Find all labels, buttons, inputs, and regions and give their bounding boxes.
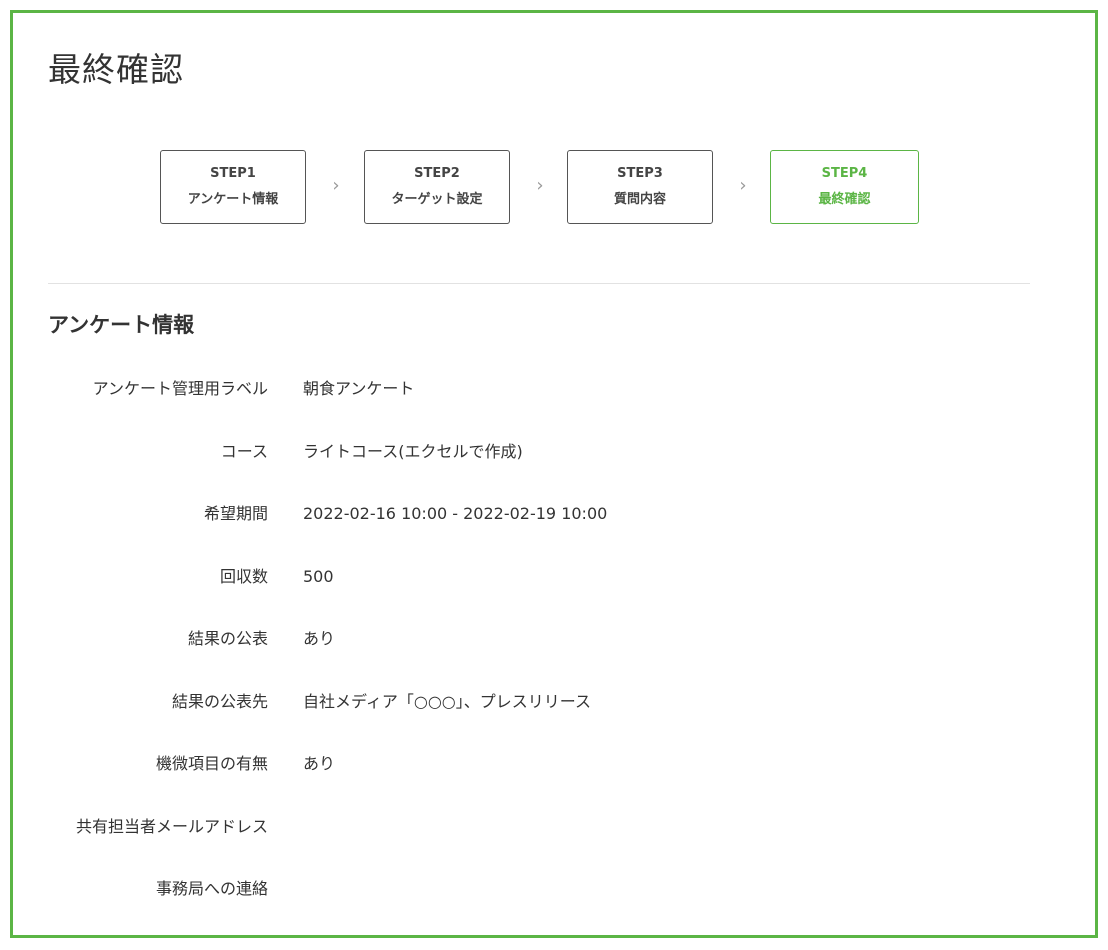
field-value: あり — [303, 754, 336, 773]
step-3: STEP3 質問内容 — [567, 150, 713, 224]
step-label: 最終確認 — [818, 192, 871, 207]
field-value: 自社メディア「○○○」、プレスリリース — [303, 691, 591, 711]
info-list: アンケート管理用ラベル 朝食アンケート コース ライトコース(エクセルで作成) … — [0, 357, 1000, 920]
field-value: 500 — [303, 566, 334, 586]
field-value: あり — [303, 629, 336, 648]
field-value: 2022-02-16 10:00 - 2022-02-19 10:00 — [303, 504, 608, 523]
section-divider — [48, 283, 1030, 284]
info-row-responses: 回収数 500 — [0, 545, 1000, 608]
step-number: STEP4 — [821, 166, 868, 181]
info-row-shared-email: 共有担当者メールアドレス — [0, 795, 1000, 858]
field-value: ライトコース(エクセルで作成) — [303, 441, 523, 461]
info-row-publish: 結果の公表 あり — [0, 607, 1000, 670]
step-label: アンケート情報 — [187, 192, 279, 207]
field-label: 結果の公表先 — [171, 691, 268, 711]
page-title: 最終確認 — [48, 50, 184, 89]
step-number: STEP3 — [617, 166, 663, 181]
step-number: STEP2 — [414, 166, 460, 181]
step-indicator: STEP1 アンケート情報 › STEP2 ターゲット設定 › STEP3 質問… — [160, 150, 920, 226]
info-row-office-contact: 事務局への連絡 — [0, 857, 1000, 920]
field-value: 朝食アンケート — [303, 379, 415, 398]
info-row-sensitive-items: 機微項目の有無 あり — [0, 732, 1000, 795]
field-label: 回収数 — [219, 566, 268, 586]
step-number: STEP1 — [210, 166, 256, 181]
field-label: 機微項目の有無 — [155, 754, 268, 773]
info-row-course: コース ライトコース(エクセルで作成) — [0, 420, 1000, 483]
field-label: 結果の公表 — [187, 629, 268, 648]
step-label: ターゲット設定 — [391, 192, 483, 207]
info-row-label: アンケート管理用ラベル 朝食アンケート — [0, 357, 1000, 420]
field-label: 希望期間 — [203, 504, 268, 523]
step-4-current: STEP4 最終確認 — [770, 150, 919, 224]
chevron-right-icon: › — [739, 175, 747, 196]
step-label: 質問内容 — [613, 192, 666, 207]
chevron-right-icon: › — [332, 175, 340, 196]
chevron-right-icon: › — [536, 175, 544, 196]
step-2: STEP2 ターゲット設定 — [364, 150, 510, 224]
section-title: アンケート情報 — [48, 313, 195, 337]
field-label: 事務局への連絡 — [155, 879, 268, 898]
info-row-publish-destination: 結果の公表先 自社メディア「○○○」、プレスリリース — [0, 670, 1000, 733]
info-row-period: 希望期間 2022-02-16 10:00 - 2022-02-19 10:00 — [0, 482, 1000, 545]
field-label: コース — [220, 441, 268, 461]
step-1: STEP1 アンケート情報 — [160, 150, 306, 224]
field-label: アンケート管理用ラベル — [92, 379, 268, 398]
field-label: 共有担当者メールアドレス — [75, 816, 268, 836]
